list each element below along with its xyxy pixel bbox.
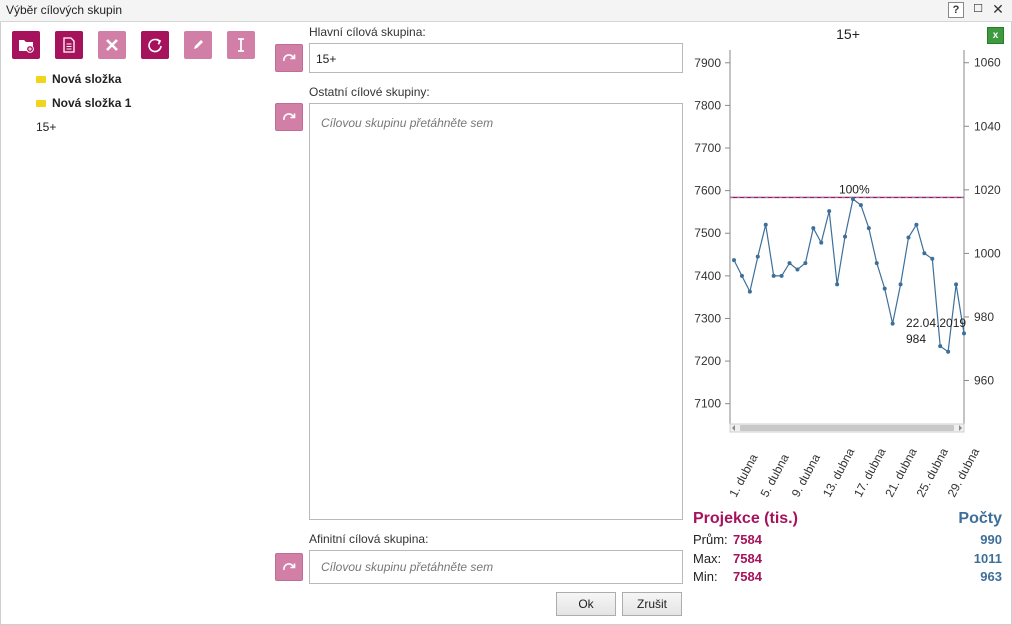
new-folder-button[interactable] (12, 31, 40, 59)
help-button[interactable]: ? (948, 2, 964, 18)
stat-avg-projection: 7584 (733, 532, 762, 547)
affinity-group-dropzone[interactable]: Cílovou skupinu přetáhněte sem (309, 550, 683, 584)
stat-min-projection: 7584 (733, 569, 762, 584)
window-title: Výběr cílových skupin (6, 3, 123, 17)
rename-button[interactable] (227, 31, 255, 59)
projection-title: Projekce (tis.) (693, 510, 798, 527)
main-group-label: Hlavní cílová skupina: (309, 25, 426, 39)
stat-max-label: Max: (693, 551, 722, 566)
close-button[interactable]: ✕ (990, 2, 1006, 18)
new-document-button[interactable] (55, 31, 83, 59)
excel-export-icon[interactable]: x (987, 27, 1004, 44)
stat-min-label: Min: (693, 569, 718, 584)
title-bar: Výběr cílových skupin ? ☐ ✕ (0, 0, 1012, 22)
tree-folder[interactable]: Nová složka (36, 72, 121, 86)
stat-min-count: 963 (980, 569, 1002, 584)
refresh-button[interactable] (141, 31, 169, 59)
tree-folder[interactable]: Nová složka 1 (36, 96, 131, 110)
tree-item[interactable]: 15+ (36, 120, 56, 134)
edit-button[interactable] (184, 31, 212, 59)
redo-icon (283, 563, 296, 571)
main-group-value: 15+ (316, 52, 337, 66)
main-group-field[interactable]: 15+ (309, 43, 683, 73)
chart-title: 15+ (836, 26, 860, 42)
stat-max-projection: 7584 (733, 551, 762, 566)
pencil-icon (194, 40, 203, 49)
text-cursor-icon (238, 38, 244, 52)
stat-avg-label: Prům: (693, 532, 728, 547)
close-icon (106, 39, 118, 51)
ok-button[interactable]: Ok (556, 592, 616, 616)
other-groups-placeholder: Cílovou skupinu přetáhněte sem (321, 116, 494, 130)
delete-button[interactable] (98, 31, 126, 59)
folder-icon (36, 99, 46, 107)
counts-title: Počty (958, 510, 1002, 527)
main-group-swap-button[interactable] (275, 44, 303, 72)
tree-folder-label: Nová složka (52, 72, 122, 86)
refresh-icon (148, 38, 162, 53)
folder-plus-icon (19, 40, 34, 53)
cancel-button[interactable]: Zrušit (622, 592, 682, 616)
affinity-group-swap-button[interactable] (275, 553, 303, 581)
folder-icon (36, 75, 46, 83)
affinity-group-label: Afinitní cílová skupina: (309, 532, 429, 546)
stat-max-count: 1011 (973, 551, 1002, 566)
affinity-group-placeholder: Cílovou skupinu přetáhněte sem (321, 560, 494, 574)
redo-icon (283, 54, 296, 62)
tree-folder-label: Nová složka 1 (52, 96, 132, 110)
maximize-button[interactable]: ☐ (970, 2, 986, 18)
other-groups-label: Ostatní cílové skupiny: (309, 85, 430, 99)
redo-icon (283, 113, 296, 121)
stat-avg-count: 990 (980, 532, 1002, 547)
document-icon (63, 37, 75, 53)
other-groups-dropzone[interactable]: Cílovou skupinu přetáhněte sem (309, 103, 683, 520)
other-groups-swap-button[interactable] (275, 103, 303, 131)
